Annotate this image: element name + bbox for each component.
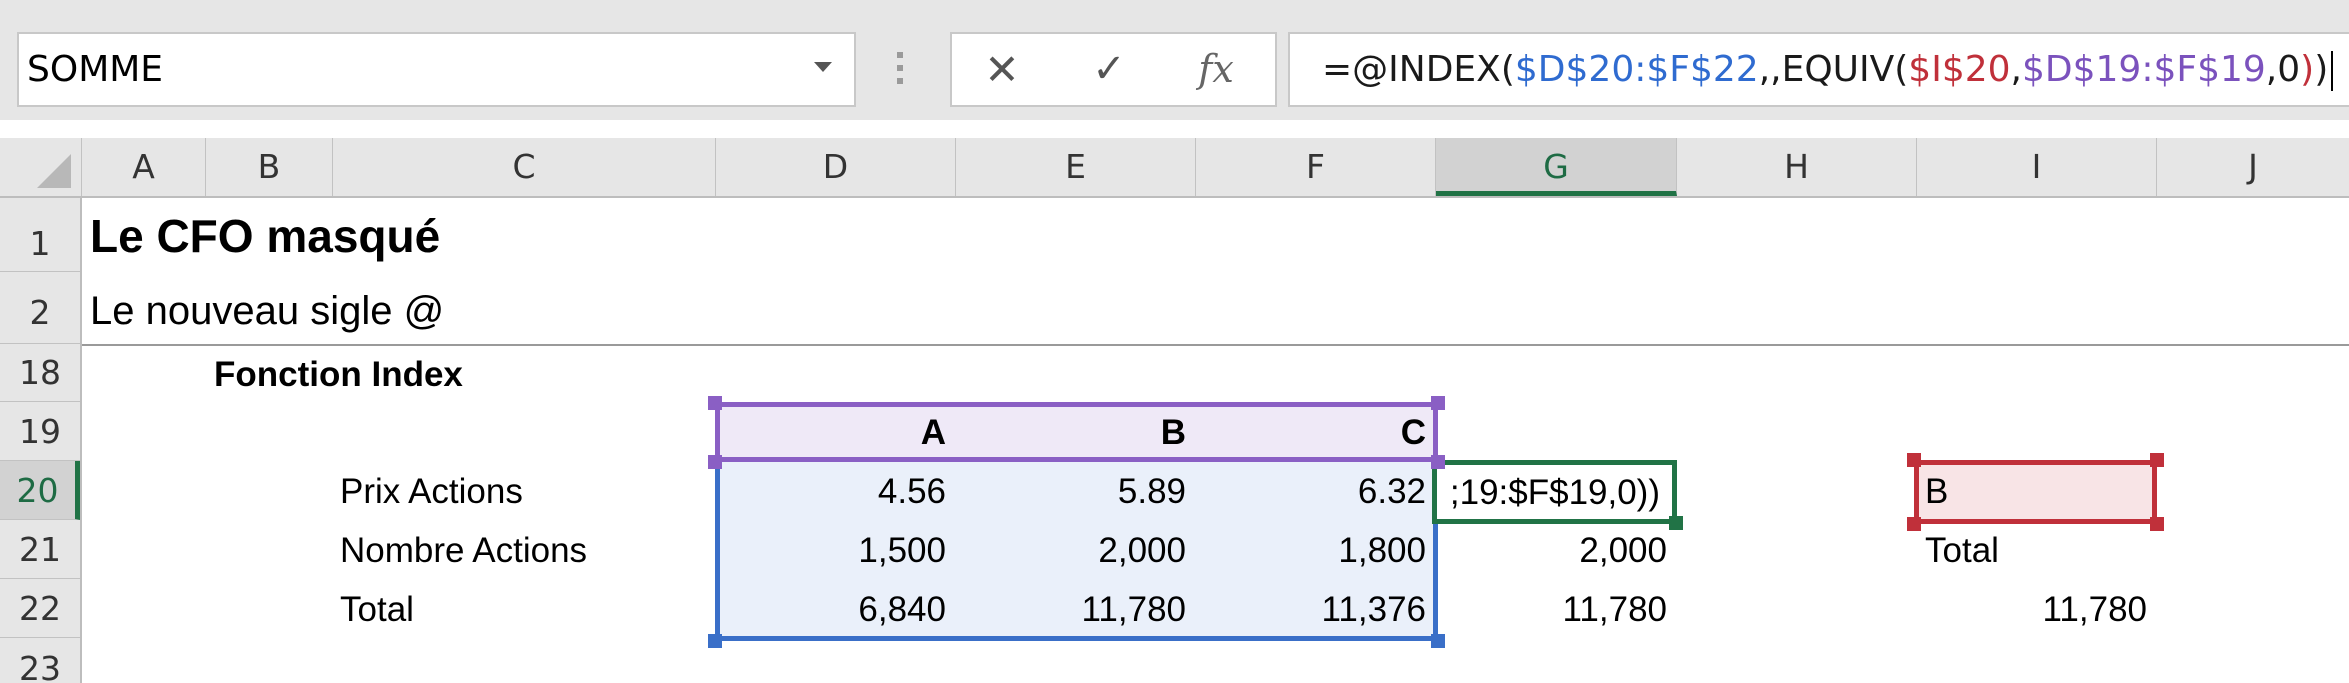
formula-buttons: ✕ ✓ fx bbox=[950, 32, 1277, 107]
formula-part: =@INDEX( bbox=[1322, 49, 1515, 90]
formula-ref-red: $I$20 bbox=[1908, 49, 2011, 90]
cell-e20[interactable]: 5.89 bbox=[956, 472, 1186, 512]
cell-f20[interactable]: 6.32 bbox=[1196, 472, 1426, 512]
column-header-d[interactable]: D bbox=[716, 138, 956, 196]
column-header-a[interactable]: A bbox=[82, 138, 206, 196]
column-header-j[interactable]: J bbox=[2157, 138, 2349, 196]
formula-part: ,,EQUIV( bbox=[1758, 49, 1909, 90]
row-headers: 1 2 18 19 20 21 22 23 bbox=[0, 198, 82, 683]
column-header-f[interactable]: F bbox=[1196, 138, 1436, 196]
column-header-c[interactable]: C bbox=[333, 138, 716, 196]
column-header-e[interactable]: E bbox=[956, 138, 1196, 196]
cell-a2-subtitle[interactable]: Le nouveau sigle @ bbox=[90, 289, 444, 334]
formula-paren-red: ) bbox=[2300, 49, 2315, 90]
cell-e19[interactable]: B bbox=[956, 413, 1186, 453]
frozen-pane-divider bbox=[82, 344, 2349, 346]
range-handle-red[interactable] bbox=[1907, 517, 1921, 531]
range-handle-red[interactable] bbox=[1907, 453, 1921, 467]
name-box-value: SOMME bbox=[27, 49, 164, 90]
select-all-triangle-icon bbox=[37, 154, 71, 188]
row-header-19[interactable]: 19 bbox=[0, 402, 80, 461]
range-handle-red[interactable] bbox=[2150, 517, 2164, 531]
row-header-23[interactable]: 23 bbox=[0, 638, 80, 683]
row-header-2[interactable]: 2 bbox=[0, 272, 80, 344]
cell-g20-editing-text: ;19:$F$19,0)) bbox=[1449, 473, 1660, 512]
row-header-21[interactable]: 21 bbox=[0, 520, 80, 579]
column-header-i[interactable]: I bbox=[1917, 138, 2157, 196]
cell-c20-label[interactable]: Prix Actions bbox=[340, 472, 523, 512]
row-header-20[interactable]: 20 bbox=[0, 461, 80, 520]
cell-d20[interactable]: 4.56 bbox=[716, 472, 946, 512]
cell-i22[interactable]: 11,780 bbox=[1917, 590, 2147, 630]
range-i20-highlight bbox=[1914, 460, 2157, 524]
range-handle-blue[interactable] bbox=[1431, 634, 1445, 648]
cell-f19[interactable]: C bbox=[1196, 413, 1426, 453]
cell-g22[interactable]: 11,780 bbox=[1436, 590, 1667, 630]
cell-f21[interactable]: 1,800 bbox=[1196, 531, 1426, 571]
formula-part: ,0 bbox=[2265, 49, 2301, 90]
range-handle-red[interactable] bbox=[2150, 453, 2164, 467]
column-header-h[interactable]: H bbox=[1677, 138, 1917, 196]
cell-e21[interactable]: 2,000 bbox=[956, 531, 1186, 571]
cell-g21[interactable]: 2,000 bbox=[1436, 531, 1667, 571]
formula-bar-resize-grip-icon[interactable] bbox=[897, 52, 905, 88]
cell-i21[interactable]: Total bbox=[1925, 531, 1999, 571]
fill-handle[interactable] bbox=[1669, 516, 1683, 530]
select-all-button[interactable] bbox=[0, 138, 82, 196]
cancel-icon[interactable]: ✕ bbox=[952, 34, 1052, 105]
enter-icon[interactable]: ✓ bbox=[1059, 34, 1159, 105]
formula-bar-area: SOMME ✕ ✓ fx =@INDEX($D$20:$F$22,,EQUIV(… bbox=[0, 0, 2349, 120]
cell-c22-label[interactable]: Total bbox=[340, 590, 414, 630]
range-handle-blue[interactable] bbox=[708, 634, 722, 648]
column-headers: A B C D E F G H I J bbox=[0, 138, 2349, 198]
formula-ref-blue: $D$20:$F$22 bbox=[1514, 49, 1759, 90]
row-header-22[interactable]: 22 bbox=[0, 579, 80, 638]
formula-input[interactable]: =@INDEX($D$20:$F$22,,EQUIV($I$20,$D$19:$… bbox=[1288, 32, 2349, 107]
active-cell-g20[interactable]: ;19:$F$19,0)) bbox=[1432, 460, 1677, 524]
cell-i20[interactable]: B bbox=[1925, 472, 1948, 512]
insert-function-icon[interactable]: fx bbox=[1166, 34, 1266, 105]
range-handle-purple[interactable] bbox=[708, 455, 722, 469]
formula-ref-purple: $D$19:$F$19 bbox=[2021, 49, 2266, 90]
formula-part: , bbox=[2010, 49, 2022, 90]
name-box[interactable]: SOMME bbox=[17, 32, 856, 107]
column-header-g[interactable]: G bbox=[1436, 138, 1677, 196]
cell-f22[interactable]: 11,376 bbox=[1196, 590, 1426, 630]
range-handle-purple[interactable] bbox=[1431, 455, 1445, 469]
cell-d21[interactable]: 1,500 bbox=[716, 531, 946, 571]
text-caret bbox=[2331, 51, 2334, 91]
cell-c21-label[interactable]: Nombre Actions bbox=[340, 531, 587, 571]
range-handle-purple[interactable] bbox=[1431, 396, 1445, 410]
cell-d19[interactable]: A bbox=[716, 413, 946, 453]
row-header-1[interactable]: 1 bbox=[0, 198, 80, 272]
row-header-18[interactable]: 18 bbox=[0, 344, 80, 402]
formula-paren: ) bbox=[2314, 49, 2329, 90]
range-handle-purple[interactable] bbox=[708, 396, 722, 410]
cell-b18-section-title[interactable]: Fonction Index bbox=[214, 355, 463, 395]
cell-e22[interactable]: 11,780 bbox=[956, 590, 1186, 630]
column-header-b[interactable]: B bbox=[206, 138, 333, 196]
cell-d22[interactable]: 6,840 bbox=[716, 590, 946, 630]
cell-a1-title[interactable]: Le CFO masqué bbox=[90, 209, 440, 263]
chevron-down-icon[interactable] bbox=[814, 62, 832, 72]
